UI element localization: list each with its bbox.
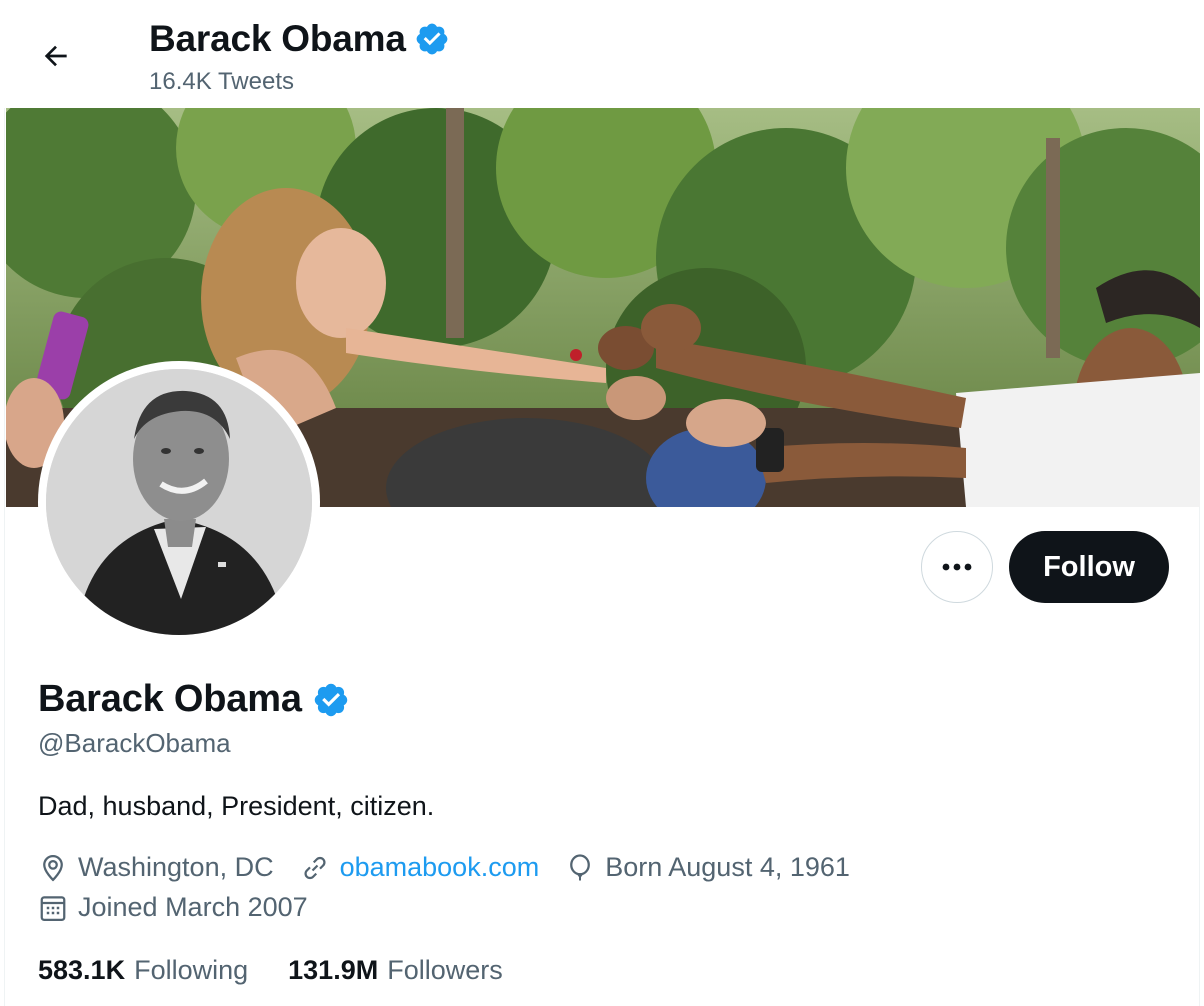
birthday-balloon-icon (570, 853, 591, 880)
profile-name: Barack Obama (38, 678, 302, 720)
verified-badge-icon (314, 683, 347, 716)
location-item: Washington, DC (38, 852, 274, 883)
followers-count: 131.9M (288, 955, 379, 985)
profile-handle: @BarackObama (38, 728, 231, 758)
profile-meta-row-2: Joined March 2007 (38, 892, 334, 923)
location-icon (43, 854, 63, 881)
followers-label: Followers (387, 955, 503, 985)
link-icon (304, 856, 326, 879)
tweet-count: 16.4K Tweets (149, 68, 294, 95)
profile-stats: 583.1K Following 131.9M Followers (38, 955, 543, 986)
follow-button[interactable]: Follow (1009, 531, 1169, 603)
header-name: Barack Obama (149, 18, 406, 59)
profile-bio: Dad, husband, President, citizen. (38, 791, 435, 821)
joined-text: Joined March 2007 (78, 892, 308, 922)
website-link[interactable]: obamabook.com (340, 852, 540, 883)
website-item[interactable]: obamabook.com (300, 852, 540, 883)
calendar-icon (40, 895, 66, 921)
header-title: Barack Obama (149, 18, 450, 60)
location-text: Washington, DC (78, 852, 274, 882)
back-button[interactable] (26, 26, 86, 86)
following-label: Following (134, 955, 249, 985)
avatar-image (46, 369, 312, 635)
more-options-button[interactable] (921, 531, 993, 603)
verified-badge-icon (416, 23, 448, 55)
avatar[interactable] (38, 361, 320, 643)
profile-meta-row: Washington, DC obamabook.com Born August… (38, 852, 876, 883)
followers-stat[interactable]: 131.9M Followers (288, 955, 503, 986)
profile-name-row: Barack Obama (38, 678, 350, 721)
joined-item: Joined March 2007 (38, 892, 308, 923)
following-stat[interactable]: 583.1K Following (38, 955, 248, 986)
birthday-item: Born August 4, 1961 (565, 852, 850, 883)
birthday-text: Born August 4, 1961 (605, 852, 850, 882)
top-bar: Barack Obama 16.4K Tweets (0, 0, 1204, 108)
more-icon (942, 563, 972, 571)
back-arrow-icon (44, 45, 67, 67)
following-count: 583.1K (38, 955, 126, 985)
